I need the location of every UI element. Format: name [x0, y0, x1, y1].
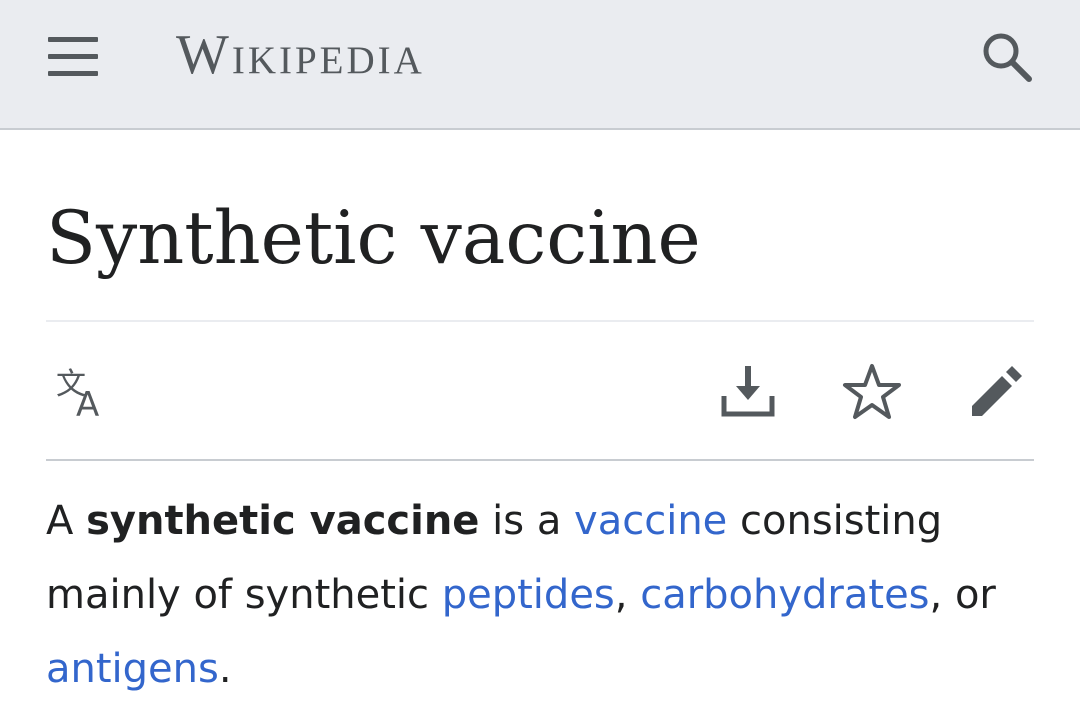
download-button[interactable]	[716, 360, 780, 424]
translate-icon: 文 A	[56, 367, 99, 425]
lead-text: ,	[614, 572, 641, 618]
search-button[interactable]	[968, 20, 1044, 92]
hamburger-menu-icon	[48, 37, 98, 76]
page-title: Synthetic vaccine	[46, 196, 701, 281]
edit-button[interactable]	[964, 360, 1028, 424]
link-peptides[interactable]: peptides	[442, 572, 615, 618]
download-icon	[721, 366, 775, 417]
watch-star-button[interactable]	[840, 360, 904, 424]
lead-text: .	[218, 646, 232, 692]
title-divider	[46, 320, 1034, 322]
language-button[interactable]: 文 A	[52, 360, 116, 425]
lead-text: , or	[929, 572, 996, 618]
link-carbohydrates[interactable]: carbohydrates	[640, 572, 929, 618]
lead-paragraph: A synthetic vaccine is a vaccine consist…	[46, 484, 1046, 706]
lead-bold-term: synthetic vaccine	[86, 498, 480, 544]
lead-text: A	[46, 498, 87, 544]
wikipedia-wordmark[interactable]: Wikipedia	[176, 20, 425, 90]
actions-divider	[46, 459, 1034, 461]
pencil-icon	[972, 366, 1022, 416]
star-icon	[843, 364, 901, 419]
top-header: Wikipedia	[0, 0, 1080, 130]
link-antigens[interactable]: antigens	[46, 646, 219, 692]
link-vaccine[interactable]: vaccine	[574, 498, 727, 544]
lead-text: is a	[479, 498, 575, 544]
search-icon	[983, 33, 1032, 82]
main-menu-button[interactable]	[38, 25, 108, 87]
svg-text:A: A	[76, 385, 99, 424]
